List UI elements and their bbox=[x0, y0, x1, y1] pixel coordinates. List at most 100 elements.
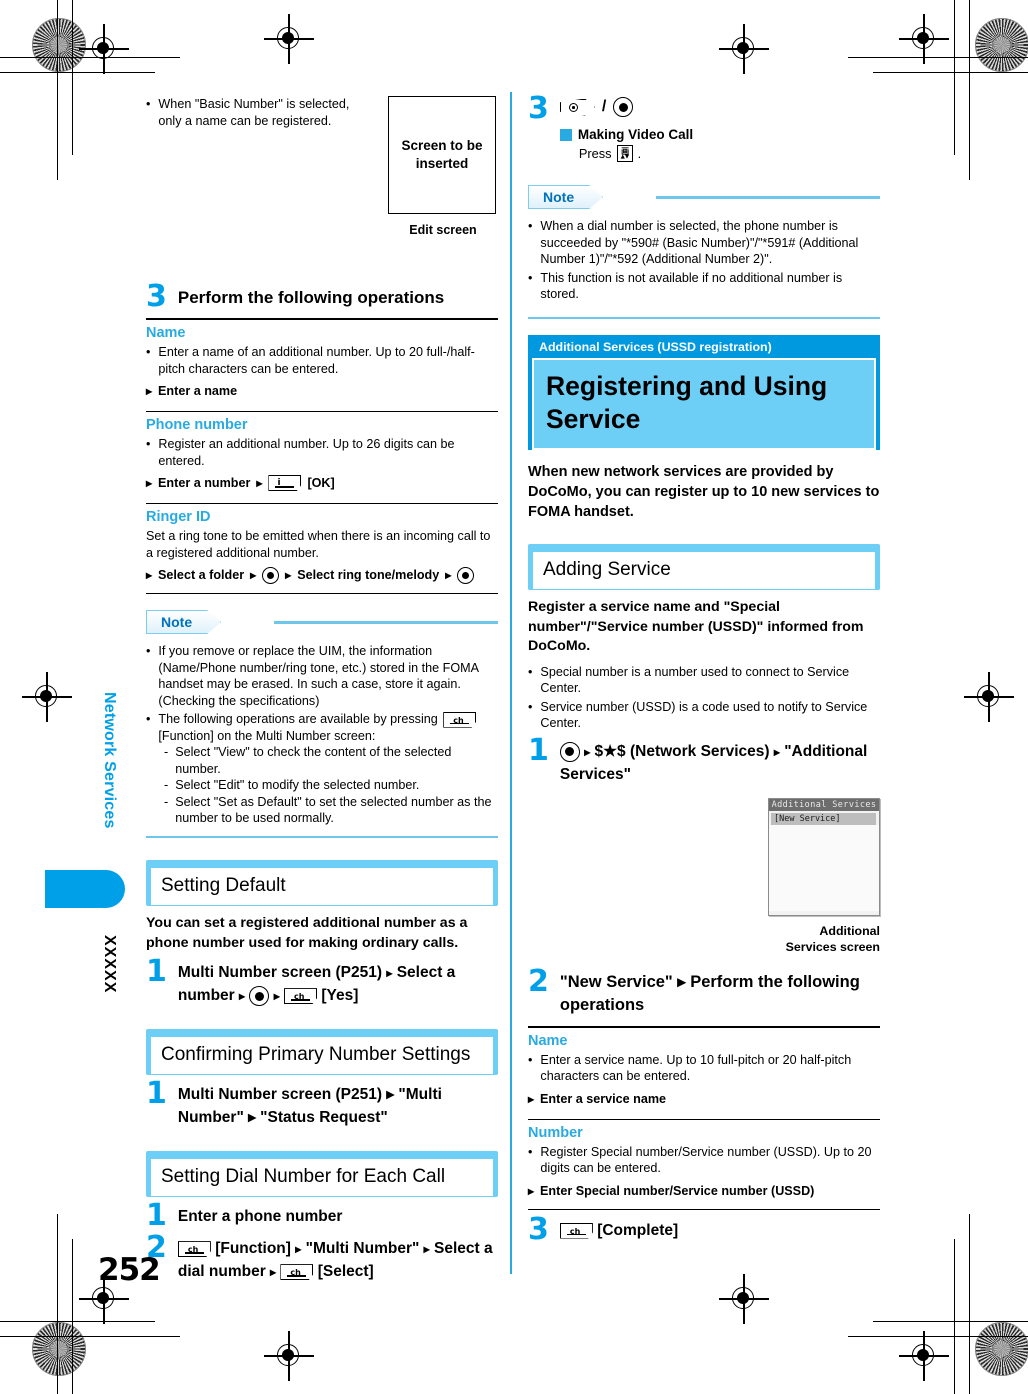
bullet-dot: • bbox=[528, 270, 533, 285]
action-arrow-icon: ▸ bbox=[256, 476, 263, 490]
right-column: 3 / Making Video Call Press 画 ▲▼ . Note … bbox=[528, 91, 880, 1244]
action-arrow-icon: ▸ bbox=[250, 568, 257, 582]
field-title: Ringer ID bbox=[146, 509, 211, 525]
edit-screen-caption: Edit screen bbox=[409, 223, 477, 237]
step-3-perform-operations: 3 Perform the following operations bbox=[146, 279, 498, 314]
field-desc: • Enter a name of an additional number. … bbox=[146, 344, 498, 377]
step-1: 1 Multi Number screen (P251) ▸ Select a … bbox=[146, 954, 498, 1007]
crop-line bbox=[72, 0, 74, 155]
field-group-end-rule bbox=[528, 1208, 880, 1210]
print-rosette-bottom-right bbox=[975, 1322, 1028, 1376]
action-arrow-icon: ▸ bbox=[239, 989, 246, 1004]
crop-line bbox=[57, 1214, 59, 1394]
center-select-key-icon bbox=[249, 986, 270, 1007]
action-arrow-icon: ▸ bbox=[146, 384, 153, 398]
section-title: Confirming Primary Number Settings bbox=[150, 1036, 494, 1076]
step-number: 2 bbox=[146, 1230, 167, 1266]
action-arrow-icon: ▸ bbox=[528, 1091, 535, 1106]
action-text: Select a folder bbox=[158, 568, 245, 582]
note-body: • When a dial number is selected, the ph… bbox=[528, 218, 880, 303]
action-text: [OK] bbox=[307, 476, 335, 490]
edit-screen-placeholder-text: Screen to be inserted bbox=[401, 138, 483, 171]
field-name: Name • Enter a service name. Up to 10 fu… bbox=[528, 1025, 880, 1108]
field-title: Name bbox=[528, 1032, 568, 1049]
field-group-end-rule bbox=[146, 593, 498, 594]
action-arrow-icon: ▸ bbox=[285, 568, 292, 582]
section-band: Setting Default bbox=[146, 860, 498, 907]
step-number: 1 bbox=[146, 954, 167, 990]
section-title: Setting Default bbox=[150, 867, 494, 907]
print-rosette-bottom-left bbox=[32, 1322, 86, 1376]
section-adding-service: Adding Service Register a service name a… bbox=[528, 544, 880, 1244]
phone-screen-list-item[interactable]: [New Service] bbox=[771, 812, 876, 825]
field-number: Number • Register Special number/Service… bbox=[528, 1118, 880, 1200]
step-text: Perform the following operations bbox=[177, 288, 445, 307]
section-title: Adding Service bbox=[532, 551, 876, 591]
step-number: 3 bbox=[528, 91, 549, 126]
field-action: ▸ Select a folder ▸ ▸ Select ring tone/m… bbox=[146, 566, 498, 584]
note-bullet: • This function is not available if no a… bbox=[528, 270, 880, 303]
press-suffix: . bbox=[637, 146, 642, 161]
registration-mark bbox=[264, 14, 314, 64]
figure-caption: Additional Services screen bbox=[730, 923, 880, 955]
action-arrow-icon: ▸ bbox=[386, 966, 393, 981]
step-number: 1 bbox=[146, 1198, 167, 1234]
section-band: Confirming Primary Number Settings bbox=[146, 1029, 498, 1076]
note-footer-rule bbox=[528, 316, 880, 320]
crop-line bbox=[0, 1321, 155, 1323]
step-number: 1 bbox=[146, 1076, 167, 1112]
step-1: 1 ▸ $★$ (Network Services) ▸ "Additional… bbox=[528, 735, 880, 786]
note-bullet-text: This function is not available if no add… bbox=[540, 270, 843, 302]
note-bullet-text: If you remove or replace the UIM, the in… bbox=[158, 644, 479, 708]
note-dash-item: - Select "Set as Default" to set the sel… bbox=[164, 794, 498, 827]
step-2: 2 ch [Function] ▸ "Multi Number" ▸ Selec… bbox=[146, 1230, 498, 1283]
registration-mark bbox=[964, 672, 1014, 722]
press-label: Press bbox=[578, 146, 612, 161]
note-rule bbox=[274, 621, 498, 624]
center-select-key-icon bbox=[262, 566, 280, 584]
registration-mark bbox=[79, 24, 129, 74]
phone-screenshot: Additional Services [New Service] bbox=[768, 797, 880, 916]
bullet-dot: • bbox=[146, 712, 151, 726]
crop-line bbox=[57, 0, 59, 180]
step-number: 3 bbox=[146, 279, 167, 314]
action-arrow-icon: ▸ bbox=[445, 568, 452, 582]
edit-screen-placeholder: Screen to be inserted bbox=[388, 96, 496, 214]
figure-caption-line1: Additional bbox=[819, 923, 880, 938]
note-bullet: • If you remove or replace the UIM, the … bbox=[146, 643, 498, 709]
step-3: 3 ch [Complete] bbox=[528, 1214, 880, 1244]
crop-line bbox=[0, 72, 155, 74]
step-2: 2 "New Service" ▸ Perform the following … bbox=[528, 966, 880, 1017]
column-divider bbox=[510, 92, 512, 1274]
video-call-key-icon: 画 ▲▼ bbox=[616, 145, 633, 162]
edit-screen-figure: Screen to be inserted Edit screen bbox=[388, 96, 498, 237]
note-header: Note bbox=[528, 185, 880, 211]
action-arrow-icon: ▸ bbox=[270, 1265, 277, 1280]
field-title: Name bbox=[146, 325, 186, 341]
action-arrow-icon: ▸ bbox=[423, 1242, 430, 1257]
field-desc-text: Set a ring tone to be emitted when there… bbox=[146, 529, 491, 560]
note-dash-text: Select "Set as Default" to set the selec… bbox=[175, 794, 492, 826]
step-text: Multi Number screen (P251) ▸ Select a nu… bbox=[178, 959, 498, 1007]
note-dash-item: - Select "Edit" to modify the selected n… bbox=[164, 777, 498, 794]
crop-line bbox=[969, 1214, 971, 1394]
chapter-heading: Registering and Using Service bbox=[532, 358, 876, 451]
section-bullet: • Service number (USSD) is a code used t… bbox=[528, 699, 880, 732]
note-bullet-post: [Function] on the Multi Number screen: bbox=[158, 728, 376, 743]
voice-call-key-icon bbox=[559, 98, 595, 116]
field-action: ▸ Enter a name bbox=[146, 382, 498, 400]
print-rosette-top-right bbox=[975, 18, 1028, 72]
field-title: Phone number bbox=[146, 417, 248, 433]
note-body: • If you remove or replace the UIM, the … bbox=[146, 643, 498, 827]
field-ringer-id: Ringer ID Set a ring tone to be emitted … bbox=[146, 503, 498, 584]
phone-screen-title: Additional Services bbox=[769, 798, 879, 811]
bullet-dot: • bbox=[146, 644, 151, 658]
step-part: [Function] bbox=[215, 1240, 291, 1258]
ch-soft-key-icon: ch bbox=[280, 1264, 314, 1281]
ok-soft-key-icon: i bbox=[268, 475, 302, 491]
left-column: • When "Basic Number" is selected, only … bbox=[146, 96, 498, 1283]
step-1: 1 Enter a phone number bbox=[146, 1198, 498, 1234]
intro-bullet-text: When "Basic Number" is selected, only a … bbox=[158, 97, 350, 128]
square-bullet-icon bbox=[559, 128, 572, 141]
chapter-title-block: Additional Services (USSD registration) … bbox=[528, 335, 880, 451]
